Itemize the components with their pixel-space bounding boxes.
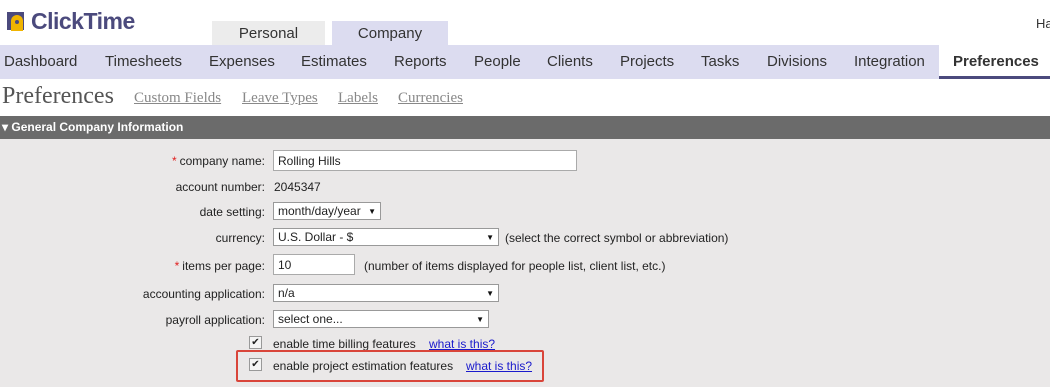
nav-reports[interactable]: Reports (394, 45, 447, 79)
nav-dashboard[interactable]: Dashboard (4, 45, 77, 79)
nav-tasks[interactable]: Tasks (701, 45, 739, 79)
account-number-label: account number: (175, 180, 265, 194)
account-number-value: 2045347 (274, 180, 321, 194)
items-per-page-label: * items per page: (174, 259, 265, 273)
link-labels[interactable]: Labels (338, 90, 378, 107)
nav-people[interactable]: People (474, 45, 521, 79)
nav-projects[interactable]: Projects (620, 45, 674, 79)
logo-text: ClickTime (31, 7, 135, 34)
company-name-input[interactable] (273, 150, 577, 171)
date-setting-label: date setting: (199, 205, 265, 219)
tab-personal[interactable]: Personal (212, 21, 325, 46)
dropdown-arrow-icon: ▼ (476, 314, 484, 324)
link-custom-fields[interactable]: Custom Fields (134, 90, 221, 107)
accounting-application-label: accounting application: (142, 287, 265, 301)
required-marker: * (174, 259, 180, 273)
accounting-application-select[interactable]: n/a ▼ (273, 284, 499, 302)
date-setting-select[interactable]: month/day/year ▼ (273, 202, 381, 220)
link-leave-types[interactable]: Leave Types (242, 90, 318, 107)
company-name-label: * company name: (171, 154, 265, 168)
payroll-application-label: payroll application: (165, 313, 265, 327)
dropdown-arrow-icon: ▼ (486, 232, 494, 242)
nav-clients[interactable]: Clients (547, 45, 593, 79)
tab-company[interactable]: Company (332, 21, 448, 46)
time-billing-label: enable time billing features (273, 337, 416, 351)
section-general-company-info[interactable]: ▾ General Company Information (0, 116, 1050, 139)
currency-hint: (select the correct symbol or abbreviati… (505, 231, 729, 245)
currency-select[interactable]: U.S. Dollar - $ ▼ (273, 228, 499, 246)
nav-timesheets[interactable]: Timesheets (105, 45, 182, 79)
page-title: Preferences (2, 83, 114, 109)
time-billing-checkbox[interactable]: ✔ (249, 336, 262, 349)
logo[interactable]: ClickTime (4, 6, 135, 36)
required-marker: * (171, 154, 177, 168)
nav-preferences[interactable]: Preferences (939, 45, 1050, 79)
dropdown-arrow-icon: ▼ (486, 288, 494, 298)
user-menu[interactable]: Ha (1036, 16, 1050, 31)
dropdown-arrow-icon: ▼ (368, 206, 376, 216)
nav-expenses[interactable]: Expenses (209, 45, 275, 79)
currency-label: currency: (215, 231, 265, 245)
clicktime-logo-icon (7, 12, 24, 31)
highlight-box (236, 350, 544, 382)
time-billing-help-link[interactable]: what is this? (429, 337, 495, 351)
items-per-page-input[interactable] (273, 254, 355, 275)
payroll-application-select[interactable]: select one... ▼ (273, 310, 489, 328)
nav-divisions[interactable]: Divisions (767, 45, 827, 79)
nav-integration[interactable]: Integration (854, 45, 925, 79)
link-currencies[interactable]: Currencies (398, 90, 463, 107)
nav-estimates[interactable]: Estimates (301, 45, 367, 79)
sub-header: Preferences Custom Fields Leave Types La… (0, 79, 1050, 116)
items-per-page-hint: (number of items displayed for people li… (364, 259, 666, 273)
main-nav: Dashboard Timesheets Expenses Estimates … (0, 45, 1050, 79)
company-info-form: *company name: account number: 2045347 d… (0, 139, 1050, 387)
